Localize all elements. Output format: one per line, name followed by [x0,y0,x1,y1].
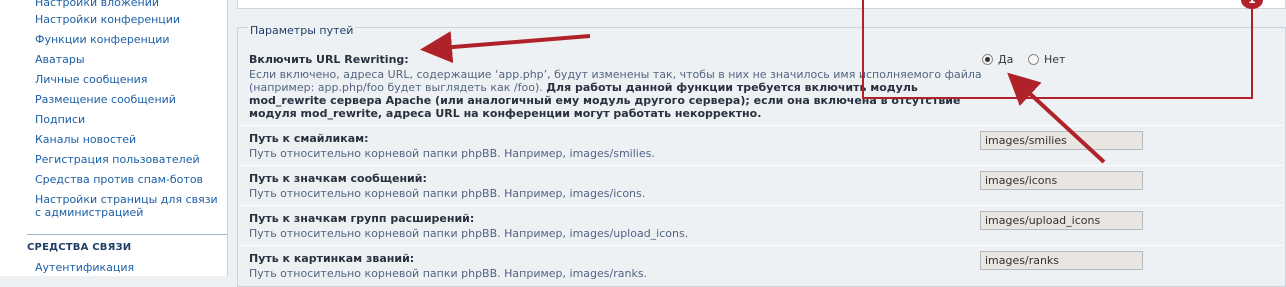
annotation-arrows [420,31,1106,164]
annotation-arrow-left [420,31,591,64]
annotation-arrow-up [1007,72,1106,164]
